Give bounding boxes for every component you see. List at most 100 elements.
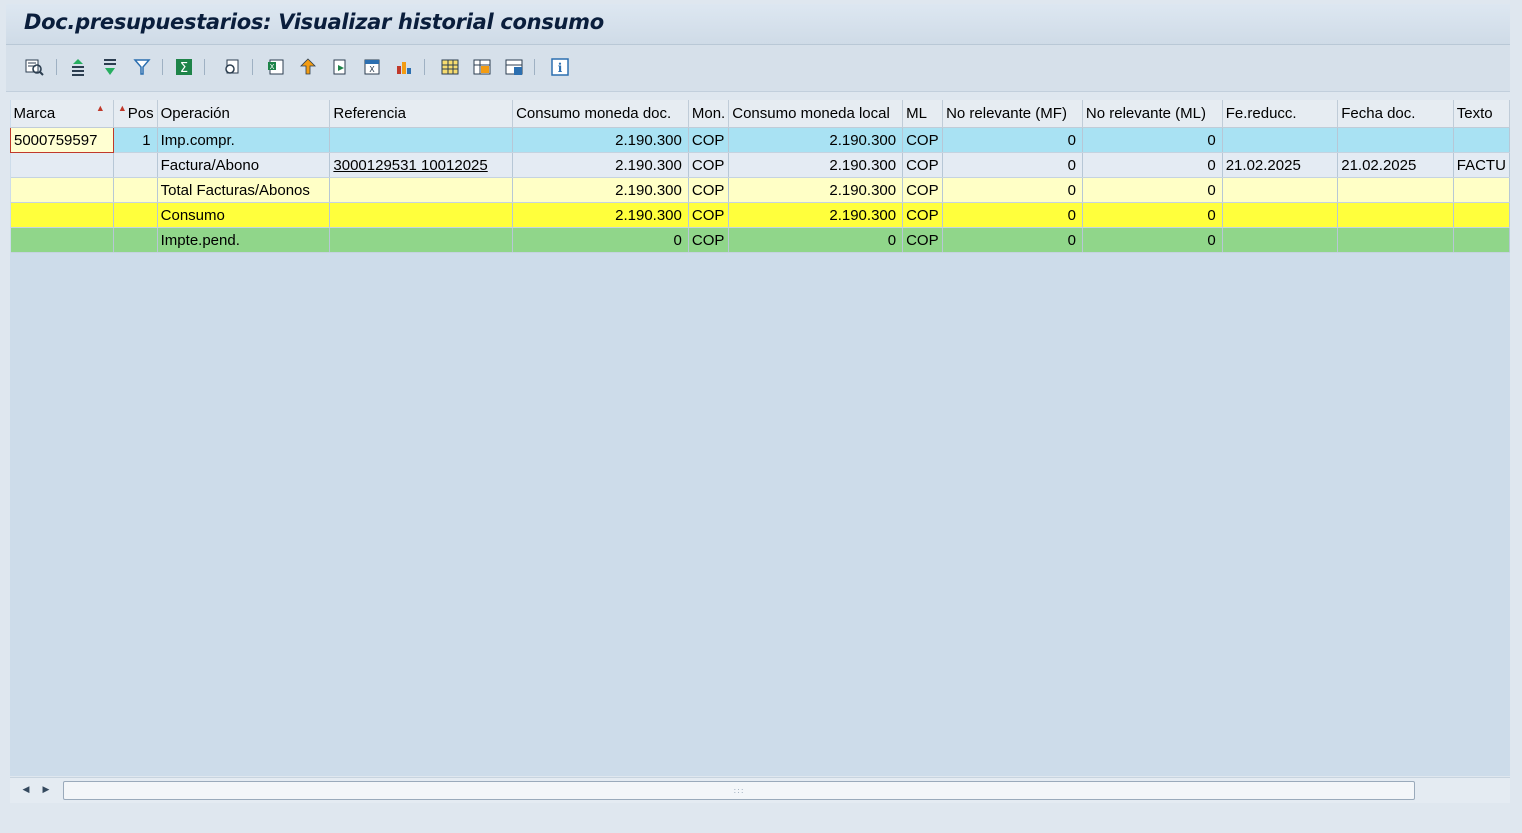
alv-toolbar: Σ X X i bbox=[6, 45, 1510, 92]
cell-consumo-local: 2.190.300 bbox=[728, 127, 904, 153]
cell-consumo-doc: 0 bbox=[512, 227, 689, 253]
page-title: Doc.presupuestarios: Visualizar historia… bbox=[24, 10, 604, 34]
cell-operacion: Impte.pend. bbox=[157, 227, 331, 253]
cell-texto: FACTU bbox=[1453, 152, 1510, 178]
cell-fe-reducc bbox=[1222, 177, 1339, 203]
col-header-consumo-local[interactable]: Consumo moneda local bbox=[728, 100, 904, 128]
cell-consumo-doc: 2.190.300 bbox=[512, 152, 689, 178]
cell-texto bbox=[1453, 127, 1510, 153]
cell-marca[interactable]: 5000759597 bbox=[10, 127, 114, 153]
cell-consumo-local: 2.190.300 bbox=[728, 152, 904, 178]
col-header-mon[interactable]: Mon. bbox=[688, 100, 730, 128]
table-header: Marca ▲ ▲ Pos Operación Referencia Consumo… bbox=[10, 100, 1510, 128]
svg-text:X: X bbox=[270, 63, 275, 71]
cell-no-rel-ml: 0 bbox=[1082, 227, 1223, 253]
cell-no-rel-mf: 0 bbox=[942, 177, 1083, 203]
svg-text:X: X bbox=[369, 65, 375, 74]
title-bar: Doc.presupuestarios: Visualizar historia… bbox=[6, 4, 1510, 45]
cell-ml: COP bbox=[902, 177, 944, 203]
cell-consumo-doc: 2.190.300 bbox=[512, 177, 689, 203]
local-file-icon[interactable] bbox=[328, 55, 352, 79]
change-layout-icon[interactable] bbox=[438, 55, 462, 79]
cell-consumo-local: 2.190.300 bbox=[728, 177, 904, 203]
graphic-icon[interactable] bbox=[392, 55, 416, 79]
cell-referencia bbox=[329, 127, 514, 153]
info-icon[interactable]: i bbox=[548, 55, 572, 79]
status-bar bbox=[0, 803, 1522, 833]
col-header-ml[interactable]: ML bbox=[902, 100, 944, 128]
cell-mon: COP bbox=[688, 152, 730, 178]
cell-fe-reducc bbox=[1222, 227, 1339, 253]
col-header-consumo-doc[interactable]: Consumo moneda doc. bbox=[512, 100, 689, 128]
scroll-left-icon[interactable]: ◀ bbox=[18, 782, 34, 798]
cell-ml: COP bbox=[902, 227, 944, 253]
cell-operacion: Factura/Abono bbox=[157, 152, 331, 178]
col-header-marca[interactable]: Marca ▲ bbox=[10, 100, 114, 128]
table-row[interactable]: Impte.pend. 0 COP 0 COP 0 0 bbox=[10, 227, 1510, 253]
cell-texto bbox=[1453, 227, 1510, 253]
cell-ml: COP bbox=[902, 202, 944, 228]
sum-icon[interactable]: Σ bbox=[172, 55, 196, 79]
filter-icon[interactable] bbox=[130, 55, 154, 79]
col-header-fe-reducc[interactable]: Fe.reducc. bbox=[1222, 100, 1339, 128]
save-layout-icon[interactable] bbox=[502, 55, 526, 79]
select-layout-icon[interactable] bbox=[470, 55, 494, 79]
sort-descending-icon[interactable] bbox=[98, 55, 122, 79]
col-header-pos[interactable]: ▲ Pos bbox=[113, 100, 158, 128]
cell-fe-reducc bbox=[1222, 202, 1339, 228]
cell-no-rel-mf: 0 bbox=[942, 152, 1083, 178]
cell-pos bbox=[113, 152, 158, 178]
cell-no-rel-ml: 0 bbox=[1082, 177, 1223, 203]
svg-text:Σ: Σ bbox=[180, 61, 188, 76]
cell-mon: COP bbox=[688, 177, 730, 203]
horizontal-scrollbar[interactable]: ◀ ▶ ::: bbox=[10, 777, 1510, 803]
col-header-texto[interactable]: Texto bbox=[1453, 100, 1510, 128]
col-header-operacion[interactable]: Operación bbox=[157, 100, 331, 128]
reference-link[interactable]: 3000129531 10012025 bbox=[329, 152, 514, 178]
scroll-right-icon[interactable]: ▶ bbox=[38, 782, 54, 798]
col-header-no-relevante-ml[interactable]: No relevante (ML) bbox=[1082, 100, 1223, 128]
cell-no-rel-ml: 0 bbox=[1082, 202, 1223, 228]
cell-fecha-doc bbox=[1337, 227, 1454, 253]
abc-analysis-icon[interactable]: X bbox=[360, 55, 384, 79]
cell-consumo-local: 2.190.300 bbox=[728, 202, 904, 228]
cell-marca bbox=[10, 177, 114, 203]
print-preview-icon[interactable] bbox=[220, 55, 244, 79]
cell-no-rel-mf: 0 bbox=[942, 127, 1083, 153]
cell-referencia bbox=[329, 202, 514, 228]
cell-pos bbox=[113, 227, 158, 253]
cell-pos bbox=[113, 177, 158, 203]
cell-no-rel-ml: 0 bbox=[1082, 152, 1223, 178]
consumption-history-table: Marca ▲ ▲ Pos Operación Referencia Consumo… bbox=[10, 100, 1510, 253]
table-row[interactable]: 5000759597 1 Imp.compr. 2.190.300 COP 2.… bbox=[10, 127, 1510, 153]
cell-marca bbox=[10, 227, 114, 253]
word-processing-icon[interactable] bbox=[296, 55, 320, 79]
cell-operacion: Total Facturas/Abonos bbox=[157, 177, 331, 203]
cell-no-rel-mf: 0 bbox=[942, 202, 1083, 228]
cell-fecha-doc bbox=[1337, 177, 1454, 203]
details-icon[interactable] bbox=[22, 55, 46, 79]
table-row[interactable]: Factura/Abono 3000129531 10012025 2.190.… bbox=[10, 152, 1510, 178]
col-header-fecha-doc[interactable]: Fecha doc. bbox=[1337, 100, 1454, 128]
cell-texto bbox=[1453, 177, 1510, 203]
cell-ml: COP bbox=[902, 127, 944, 153]
cell-mon: COP bbox=[688, 127, 730, 153]
col-header-no-relevante-mf[interactable]: No relevante (MF) bbox=[942, 100, 1083, 128]
cell-fecha-doc bbox=[1337, 202, 1454, 228]
cell-pos bbox=[113, 202, 158, 228]
export-spreadsheet-icon[interactable]: X bbox=[264, 55, 288, 79]
cell-operacion: Imp.compr. bbox=[157, 127, 331, 153]
cell-fe-reducc bbox=[1222, 127, 1339, 153]
cell-pos: 1 bbox=[113, 127, 158, 153]
cell-mon: COP bbox=[688, 227, 730, 253]
cell-fe-reducc: 21.02.2025 bbox=[1222, 152, 1339, 178]
col-header-referencia[interactable]: Referencia bbox=[329, 100, 514, 128]
sort-ascending-icon[interactable] bbox=[66, 55, 90, 79]
scrollbar-thumb[interactable]: ::: bbox=[63, 781, 1415, 800]
table-row[interactable]: Consumo 2.190.300 COP 2.190.300 COP 0 0 bbox=[10, 202, 1510, 228]
table-row[interactable]: Total Facturas/Abonos 2.190.300 COP 2.19… bbox=[10, 177, 1510, 203]
alv-grid: Marca ▲ ▲ Pos Operación Referencia Consumo… bbox=[10, 100, 1510, 776]
svg-text:i: i bbox=[558, 61, 563, 75]
cell-texto bbox=[1453, 202, 1510, 228]
cell-no-rel-ml: 0 bbox=[1082, 127, 1223, 153]
